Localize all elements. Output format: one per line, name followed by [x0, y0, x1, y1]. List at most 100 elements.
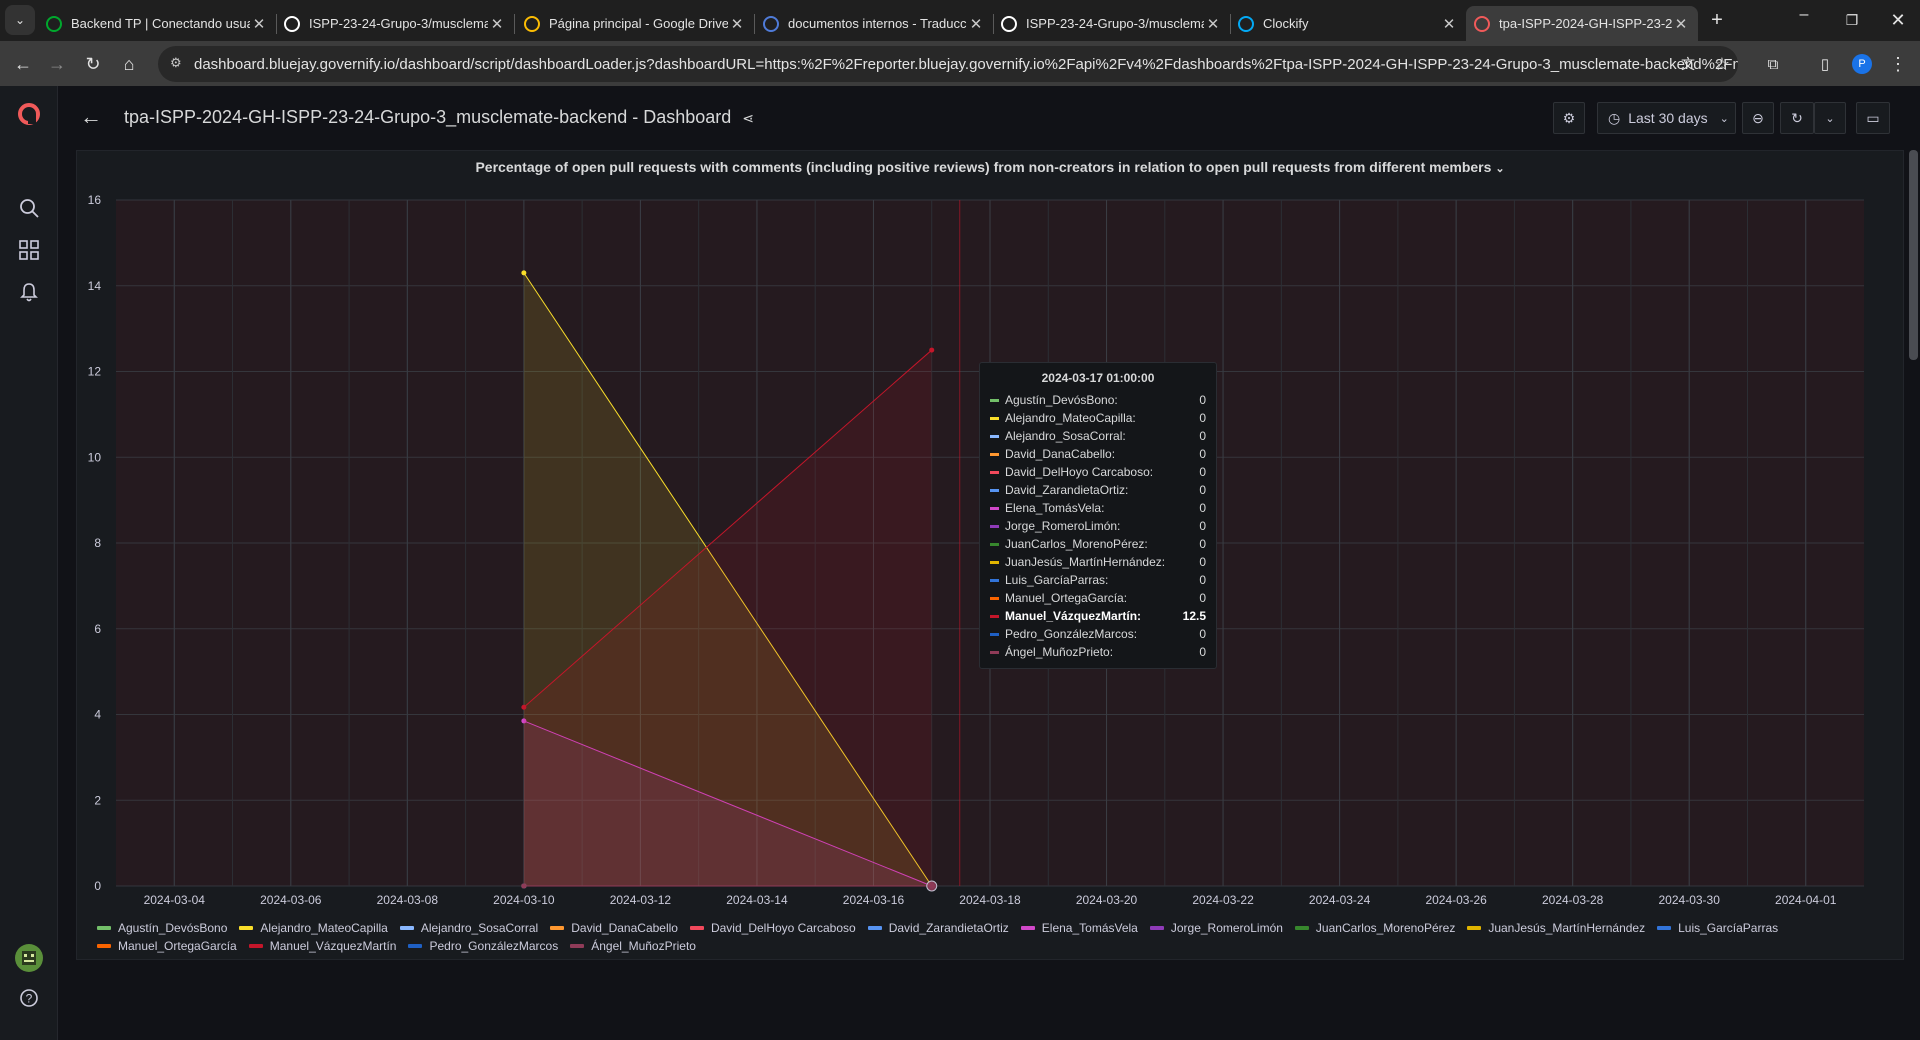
tab-title: Página principal - Google Drive	[549, 16, 728, 31]
close-window-button[interactable]: ✕	[1880, 6, 1916, 34]
tab-close-icon[interactable]: ✕	[1672, 15, 1690, 33]
user-avatar[interactable]	[15, 944, 43, 972]
y-tick-label: 4	[94, 708, 101, 722]
tooltip-row: Elena_TomásVela: 0	[990, 499, 1206, 517]
alerting-bell-icon[interactable]	[17, 280, 41, 304]
tooltip-series-value: 0	[1199, 573, 1206, 587]
x-tick-label: 2024-03-30	[1659, 893, 1721, 907]
tooltip-row: Pedro_GonzálezMarcos: 0	[990, 625, 1206, 643]
y-tick-label: 16	[88, 193, 102, 207]
profile-avatar[interactable]: P	[1847, 49, 1877, 79]
legend-item[interactable]: David_ZarandietaOrtiz	[867, 919, 1009, 937]
tv-mode-button[interactable]: ▭	[1856, 102, 1890, 134]
legend-item[interactable]: Elena_TomásVela	[1020, 919, 1138, 937]
legend-label: Alejandro_SosaCorral	[420, 921, 539, 935]
grafana-logo-icon[interactable]	[17, 102, 41, 126]
legend-swatch	[399, 926, 414, 930]
minimize-button[interactable]: –	[1786, 6, 1822, 34]
tooltip-row: Alejandro_SosaCorral: 0	[990, 427, 1206, 445]
legend-item[interactable]: JuanJesús_MartínHernández	[1467, 919, 1645, 937]
browser-tab-strip: ⌄ Backend TP | Conectando usua ✕ ISPP-23-2…	[0, 0, 1920, 41]
tab-close-icon[interactable]: ✕	[967, 15, 985, 33]
tab-close-icon[interactable]: ✕	[250, 15, 268, 33]
restore-button[interactable]: ❐	[1834, 6, 1870, 34]
browser-tab[interactable]: Página principal - Google Drive ✕	[516, 6, 754, 41]
legend-item[interactable]: Alejandro_SosaCorral	[399, 919, 539, 937]
panel-title[interactable]: Percentage of open pull requests with co…	[77, 159, 1903, 175]
refresh-interval-dropdown[interactable]: ⌄	[1814, 102, 1846, 134]
series-color-swatch	[990, 542, 999, 546]
legend-item[interactable]: Ángel_MuñozPrieto	[570, 937, 696, 955]
data-point	[929, 347, 935, 353]
series-color-swatch	[990, 596, 999, 600]
y-tick-label: 12	[88, 365, 102, 379]
site-info-icon[interactable]: ⚙	[170, 55, 182, 71]
legend-item[interactable]: Manuel_VázquezMartín	[248, 937, 397, 955]
legend-item[interactable]: David_DelHoyo Carcaboso	[689, 919, 856, 937]
zoom-out-button[interactable]: ⊖	[1742, 102, 1774, 134]
tab-close-icon[interactable]: ✕	[1440, 15, 1458, 33]
legend-item[interactable]: Pedro_GonzálezMarcos	[408, 937, 558, 955]
home-icon[interactable]: ⌂	[114, 49, 144, 79]
legend-item[interactable]: JuanCarlos_MorenoPérez	[1294, 919, 1455, 937]
x-tick-label: 2024-03-14	[726, 893, 788, 907]
legend-label: Elena_TomásVela	[1041, 921, 1138, 935]
chart-tooltip: 2024-03-17 01:00:00 Agustín_DevósBono: 0 A…	[979, 362, 1217, 669]
tooltip-series-value: 0	[1199, 519, 1206, 533]
translate-icon[interactable]: 文	[1673, 49, 1703, 79]
legend-item[interactable]: Luis_GarcíaParras	[1657, 919, 1778, 937]
browser-tab[interactable]: ISPP-23-24-Grupo-3/musclema ✕	[993, 6, 1230, 41]
x-tick-label: 2024-03-12	[610, 893, 672, 907]
series-color-swatch	[990, 560, 999, 564]
help-icon[interactable]: ?	[17, 986, 41, 1010]
dashboards-grid-icon[interactable]	[17, 238, 41, 262]
browser-toolbar: ← → ↻ ⌂ ⚙ dashboard.bluejay.governify.io…	[0, 41, 1920, 86]
new-tab-button[interactable]: +	[1703, 9, 1731, 33]
x-tick-label: 2024-03-20	[1076, 893, 1138, 907]
series-color-swatch	[990, 632, 999, 636]
browser-tab[interactable]: Clockify ✕	[1230, 6, 1466, 41]
tab-close-icon[interactable]: ✕	[488, 15, 506, 33]
tooltip-series-name: David_DelHoyo Carcaboso:	[1005, 465, 1154, 479]
legend-label: JuanJesús_MartínHernández	[1488, 921, 1646, 935]
legend-item[interactable]: Jorge_RomeroLimón	[1149, 919, 1283, 937]
forward-icon[interactable]: →	[42, 49, 72, 79]
legend-swatch	[1020, 926, 1035, 930]
page-scrollbar[interactable]	[1909, 150, 1918, 360]
browser-tab[interactable]: Backend TP | Conectando usua ✕	[38, 6, 276, 41]
bookmark-star-icon[interactable]: ☆	[1707, 49, 1737, 79]
reload-icon[interactable]: ↻	[78, 49, 108, 79]
x-tick-label: 2024-03-22	[1192, 893, 1254, 907]
y-tick-label: 2	[94, 793, 101, 807]
search-icon[interactable]	[17, 196, 41, 220]
browser-tab[interactable]: tpa-ISPP-2024-GH-ISPP-23-24- ✕	[1466, 6, 1698, 41]
tab-close-icon[interactable]: ✕	[1204, 15, 1222, 33]
refresh-button[interactable]: ↻	[1780, 102, 1814, 134]
browser-tab[interactable]: documentos internos - Traducc ✕	[755, 6, 993, 41]
side-panel-icon[interactable]: ▯	[1810, 49, 1840, 79]
tooltip-series-name: David_ZarandietaOrtiz:	[1005, 483, 1129, 497]
tooltip-row: Manuel_OrtegaGarcía: 0	[990, 589, 1206, 607]
back-icon[interactable]: ←	[8, 49, 38, 79]
tab-search-chevron-icon[interactable]: ⌄	[5, 5, 35, 35]
legend-item[interactable]: Agustín_DevósBono	[97, 919, 227, 937]
time-range-picker[interactable]: ◷ Last 30 days ⌄	[1597, 102, 1736, 134]
series-color-swatch	[990, 416, 999, 420]
legend-item[interactable]: Manuel_OrtegaGarcía	[97, 937, 237, 955]
legend-swatch	[239, 926, 254, 930]
legend-item[interactable]: Alejandro_MateoCapilla	[239, 919, 388, 937]
menu-kebab-icon[interactable]: ⋮	[1883, 49, 1913, 79]
extensions-icon[interactable]: ⧉	[1758, 49, 1788, 79]
dashboard-settings-button[interactable]: ⚙	[1553, 102, 1585, 134]
address-bar[interactable]: ⚙ dashboard.bluejay.governify.io/dashboa…	[158, 46, 1738, 82]
tab-close-icon[interactable]: ✕	[728, 15, 746, 33]
document-icon	[763, 15, 779, 32]
y-tick-label: 0	[94, 879, 101, 893]
legend-label: Manuel_VázquezMartín	[269, 939, 397, 953]
back-arrow-icon[interactable]: ←	[80, 104, 102, 130]
browser-tab[interactable]: ISPP-23-24-Grupo-3/musclema ✕	[276, 6, 514, 41]
series-color-swatch	[990, 578, 999, 582]
share-icon[interactable]: ⋖	[742, 110, 754, 126]
tooltip-series-value: 0	[1199, 393, 1206, 407]
legend-item[interactable]: David_DanaCabello	[550, 919, 678, 937]
